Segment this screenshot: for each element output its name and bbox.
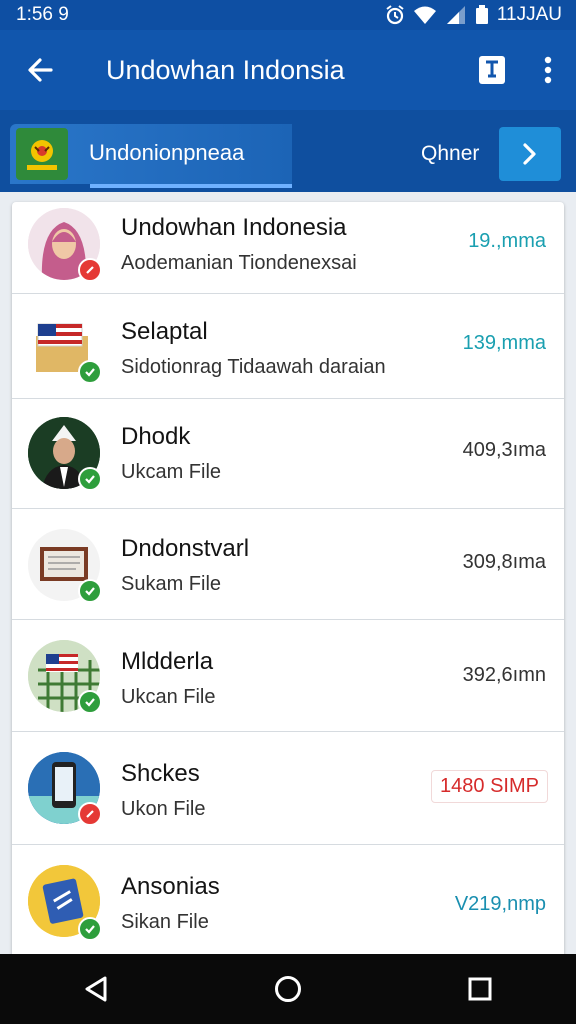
list-item-size: 19.,mma [468,230,546,252]
list-item-size: V219,nmp [454,893,546,915]
app-logo-icon [16,128,68,180]
check-badge-icon [78,690,102,714]
file-list: Undowhan Indonesia Aodemanian Tiondenexs… [12,202,564,962]
status-carrier: 11JJAU [496,4,562,25]
nav-home-button[interactable] [248,954,328,1024]
list-item-title: Dhodk [121,423,191,450]
list-item-title: Shckes [121,760,200,787]
status-bar: 1:56 9 11JJAU [0,0,576,30]
error-badge-icon [78,802,102,826]
nav-back-button[interactable] [56,954,136,1024]
list-item-title: Ansonias [121,873,220,900]
list-item-subtitle: Ukcan File [121,686,216,708]
chevron-right-icon [523,143,536,165]
dictionary-button[interactable] [464,30,520,110]
tab-indicator [90,184,292,188]
list-item[interactable]: Undowhan Indonesia Aodemanian Tiondenexs… [12,202,564,294]
check-badge-icon [78,467,102,491]
check-badge-icon [78,360,102,384]
list-item-title: Undowhan Indonesia [121,214,347,241]
back-button[interactable] [0,30,80,110]
list-item-title: Dndonstvarl [121,535,250,562]
list-item-subtitle: Sikan File [121,911,209,933]
more-vert-icon [544,56,552,84]
triangle-back-icon [85,976,107,1002]
list-item-size: 1480 SIMP [431,770,548,803]
circle-home-icon [275,976,301,1002]
alarm-icon [386,5,404,25]
tab-label[interactable]: Undonionpneaa [89,140,244,166]
next-button[interactable] [499,127,561,181]
list-item-title: Selaptal [121,318,208,345]
nav-recents-button[interactable] [440,954,520,1024]
more-menu-button[interactable] [520,30,576,110]
check-badge-icon [78,579,102,603]
list-item[interactable]: Shckes Ukon File 1480 SIMP [12,732,564,845]
battery-icon [475,5,488,24]
arrow-left-icon [28,58,53,82]
list-item[interactable]: Dndonstvarl Sukam File 309,8ıma [12,509,564,620]
system-nav-bar [0,954,576,1024]
list-item-subtitle: Ukon File [121,798,206,820]
list-item-size: 409,3ıma [462,439,546,461]
signal-icon [446,6,465,24]
check-badge-icon [78,917,102,941]
list-item-subtitle: Aodemanian Tiondenexsai [121,252,357,274]
list-item-title: Mldderla [121,648,214,675]
status-icons: 11JJAU [385,4,562,26]
book-icon [479,56,505,84]
app-bar: Undowhan Indonsia [0,30,576,110]
list-item-size: 139,mma [462,332,546,354]
list-item-subtitle: Ukcam File [121,461,222,483]
list-item[interactable]: Selaptal Sidotionrag Tidaawah daraian 13… [12,294,564,399]
list-item-subtitle: Sidotionrag Tidaawah daraian [121,356,386,378]
page-title: Undowhan Indonsia [106,54,345,85]
status-time: 1:56 9 [16,4,69,25]
tab-other[interactable]: Qhner [421,142,479,166]
wifi-icon [413,6,436,24]
error-badge-icon [78,258,102,282]
list-item-subtitle: Sukam File [121,573,222,595]
square-recents-icon [468,977,492,1001]
list-item-size: 309,8ıma [462,551,546,573]
list-item[interactable]: Dhodk Ukcam File 409,3ıma [12,399,564,509]
list-item-size: 392,6ımn [462,664,546,686]
list-item[interactable]: Ansonias Sikan File V219,nmp [12,845,564,962]
list-item[interactable]: Mldderla Ukcan File 392,6ımn [12,620,564,732]
